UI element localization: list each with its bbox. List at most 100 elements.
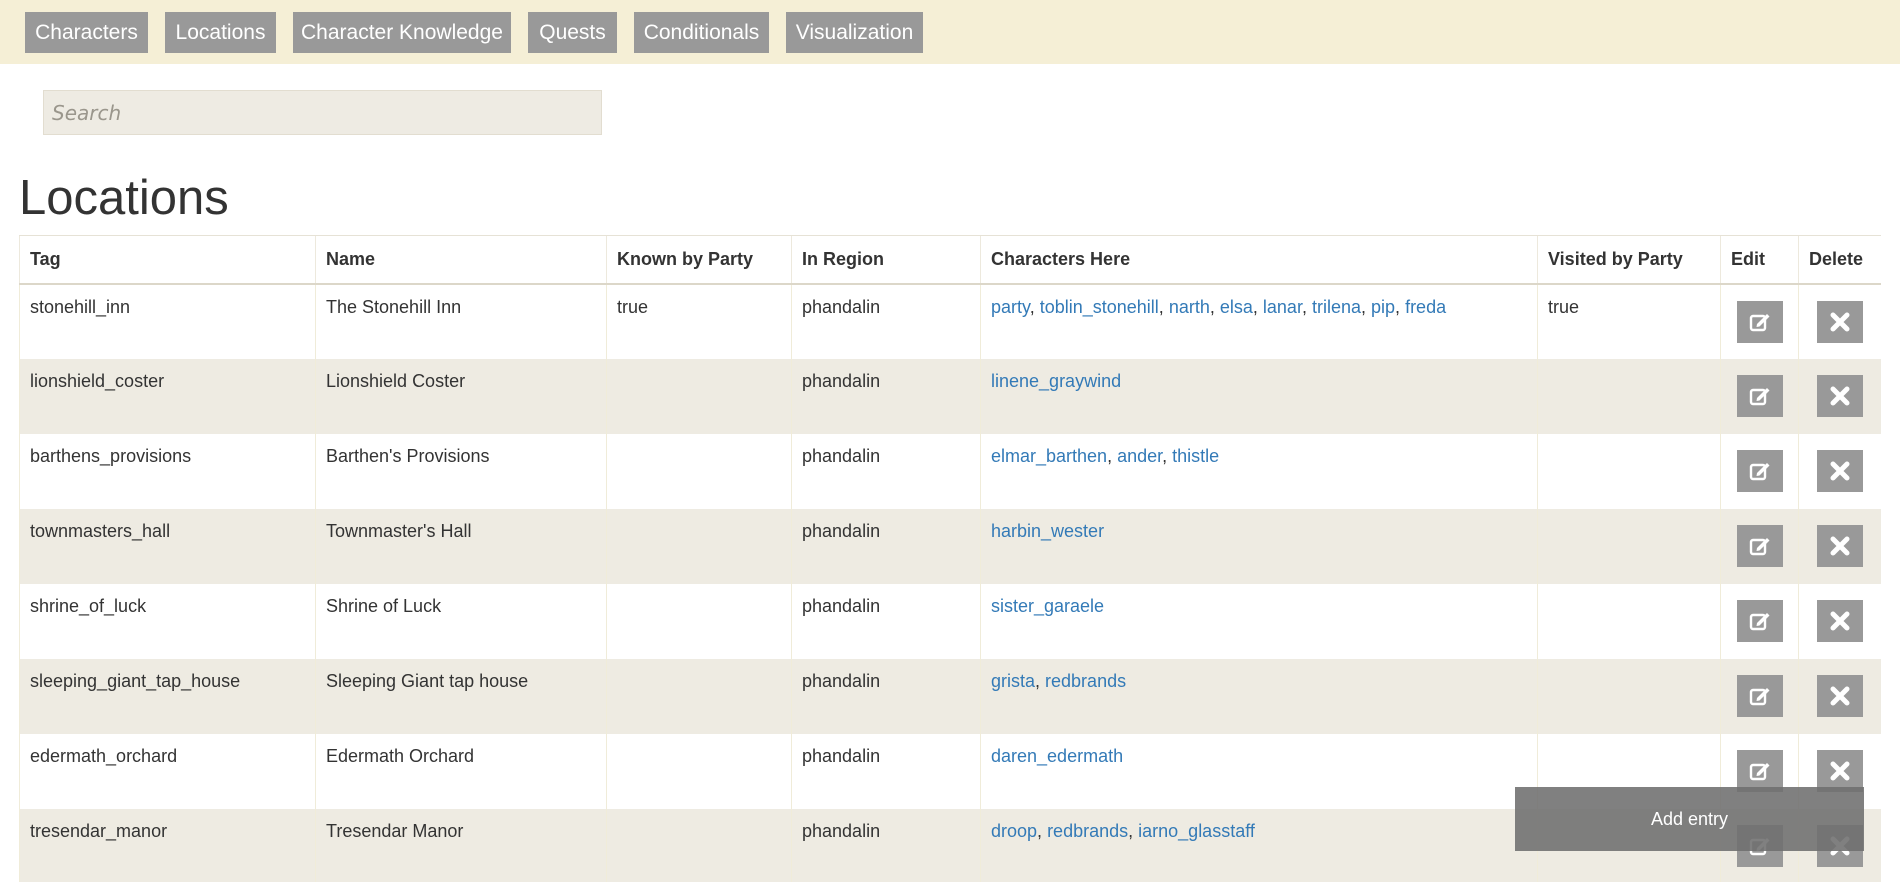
character-separator: ,: [1395, 296, 1406, 317]
cell-name: Sleeping Giant tap house: [315, 658, 607, 734]
locations-table: Tag Name Known by Party In Region Charac…: [19, 235, 1881, 882]
cell-delete: [1798, 358, 1881, 434]
character-link[interactable]: droop: [991, 821, 1037, 841]
character-link[interactable]: narth: [1169, 297, 1210, 317]
cell-name: Tresendar Manor: [315, 808, 607, 882]
cell-name: Lionshield Coster: [315, 358, 607, 434]
edit-button[interactable]: [1736, 374, 1783, 417]
character-link[interactable]: freda: [1405, 297, 1446, 317]
character-link[interactable]: pip: [1371, 297, 1395, 317]
cell-edit: [1720, 508, 1799, 584]
character-link[interactable]: lanar: [1263, 297, 1302, 317]
edit-button[interactable]: [1736, 524, 1783, 567]
cell-name: Shrine of Luck: [315, 583, 607, 659]
cell-delete: [1798, 433, 1881, 509]
cell-delete: [1798, 583, 1881, 659]
column-header-characters-here[interactable]: Characters Here: [980, 235, 1538, 285]
delete-button[interactable]: [1816, 749, 1863, 792]
nav-quests-button[interactable]: Quests: [528, 12, 617, 53]
character-separator: ,: [1037, 820, 1048, 841]
cell-edit: [1720, 433, 1799, 509]
column-header-name[interactable]: Name: [315, 235, 607, 285]
character-link[interactable]: trilena: [1312, 297, 1361, 317]
table-row: stonehill_inn The Stonehill Inn true phanda…: [19, 283, 1881, 359]
column-header-in-region[interactable]: In Region: [791, 235, 981, 285]
column-header-known-by-party[interactable]: Known by Party: [606, 235, 792, 285]
character-separator: ,: [1035, 670, 1046, 691]
character-link[interactable]: elsa: [1220, 297, 1253, 317]
cell-visited-by-party: true: [1537, 283, 1721, 359]
cell-in-region: phandalin: [791, 508, 981, 584]
cell-tag: edermath_orchard: [19, 733, 316, 809]
cell-name: Townmaster's Hall: [315, 508, 607, 584]
cell-known-by-party: [606, 583, 792, 659]
search-input[interactable]: [43, 90, 602, 135]
cell-name: The Stonehill Inn: [315, 283, 607, 359]
character-link[interactable]: toblin_stonehill: [1040, 297, 1159, 317]
nav-locations-button[interactable]: Locations: [165, 12, 276, 53]
cell-characters-here: sister_garaele: [980, 583, 1538, 659]
cell-tag: townmasters_hall: [19, 508, 316, 584]
character-separator: ,: [1158, 296, 1169, 317]
character-separator: ,: [1361, 296, 1372, 317]
cell-delete: [1798, 283, 1881, 359]
cell-name: Edermath Orchard: [315, 733, 607, 809]
character-link[interactable]: party: [991, 297, 1030, 317]
cell-edit: [1720, 358, 1799, 434]
table-row: lionshield_coster Lionshield Coster phanda…: [19, 358, 1881, 434]
delete-button[interactable]: [1816, 674, 1863, 717]
character-link[interactable]: redbrands: [1045, 671, 1126, 691]
edit-button[interactable]: [1736, 599, 1783, 642]
nav-visualization-button[interactable]: Visualization: [786, 12, 923, 53]
add-entry-button[interactable]: Add entry: [1515, 787, 1864, 851]
character-link[interactable]: thistle: [1172, 446, 1219, 466]
cell-delete: [1798, 658, 1881, 734]
delete-button[interactable]: [1816, 374, 1863, 417]
character-link[interactable]: iarno_glasstaff: [1138, 821, 1255, 841]
cell-characters-here: droop, redbrands, iarno_glasstaff: [980, 808, 1538, 882]
character-link[interactable]: daren_edermath: [991, 746, 1123, 766]
nav-character-knowledge-button[interactable]: Character Knowledge: [293, 12, 511, 53]
edit-button[interactable]: [1736, 449, 1783, 492]
edit-button[interactable]: [1736, 674, 1783, 717]
column-header-edit: Edit: [1720, 235, 1799, 285]
character-link[interactable]: linene_graywind: [991, 371, 1121, 391]
table-row: shrine_of_luck Shrine of Luck phandalin sis…: [19, 583, 1881, 659]
column-header-visited-by-party[interactable]: Visited by Party: [1537, 235, 1721, 285]
character-link[interactable]: redbrands: [1047, 821, 1128, 841]
cell-visited-by-party: [1537, 583, 1721, 659]
cell-characters-here: linene_graywind: [980, 358, 1538, 434]
character-link[interactable]: ander: [1117, 446, 1162, 466]
delete-button[interactable]: [1816, 524, 1863, 567]
cell-known-by-party: [606, 808, 792, 882]
character-separator: ,: [1252, 296, 1263, 317]
cell-edit: [1720, 283, 1799, 359]
nav-characters-button[interactable]: Characters: [25, 12, 148, 53]
edit-button[interactable]: [1736, 300, 1783, 343]
cell-tag: shrine_of_luck: [19, 583, 316, 659]
nav-conditionals-button[interactable]: Conditionals: [634, 12, 769, 53]
cell-visited-by-party: [1537, 508, 1721, 584]
cell-in-region: phandalin: [791, 358, 981, 434]
character-link[interactable]: sister_garaele: [991, 596, 1104, 616]
cell-in-region: phandalin: [791, 283, 981, 359]
cell-edit: [1720, 583, 1799, 659]
cell-in-region: phandalin: [791, 433, 981, 509]
cell-characters-here: elmar_barthen, ander, thistle: [980, 433, 1538, 509]
delete-button[interactable]: [1816, 449, 1863, 492]
character-link[interactable]: harbin_wester: [991, 521, 1104, 541]
delete-button[interactable]: [1816, 599, 1863, 642]
cell-known-by-party: [606, 658, 792, 734]
cell-characters-here: harbin_wester: [980, 508, 1538, 584]
cell-in-region: phandalin: [791, 658, 981, 734]
delete-button[interactable]: [1816, 300, 1863, 343]
character-link[interactable]: grista: [991, 671, 1035, 691]
page-title: Locations: [19, 171, 229, 225]
cell-in-region: phandalin: [791, 733, 981, 809]
character-link[interactable]: elmar_barthen: [991, 446, 1107, 466]
edit-button[interactable]: [1736, 749, 1783, 792]
column-header-tag[interactable]: Tag: [19, 235, 316, 285]
cell-visited-by-party: [1537, 658, 1721, 734]
cell-tag: sleeping_giant_tap_house: [19, 658, 316, 734]
cell-characters-here: party, toblin_stonehill, narth, elsa, la…: [980, 283, 1538, 359]
